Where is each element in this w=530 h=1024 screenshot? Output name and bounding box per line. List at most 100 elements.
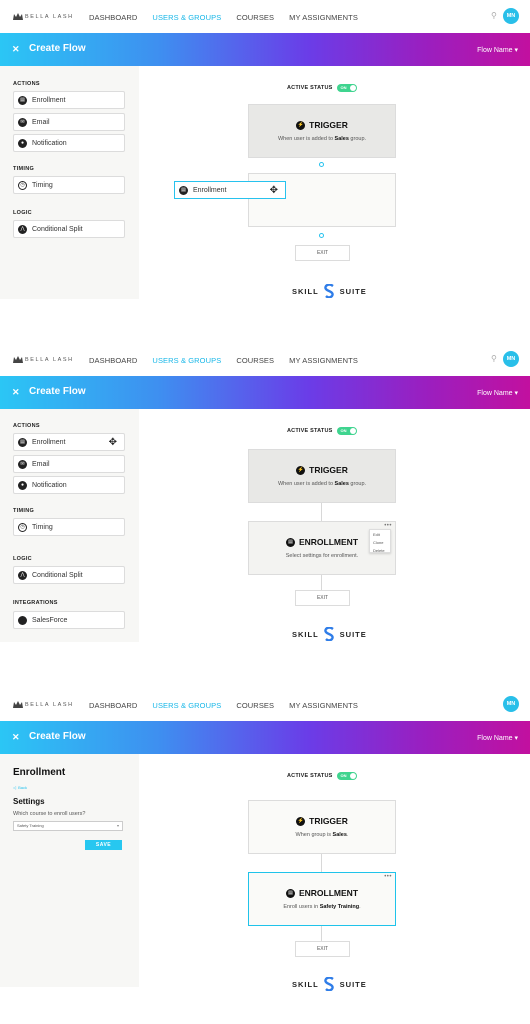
close-icon[interactable]: ✕ <box>12 44 20 55</box>
section-actions: ACTIONS <box>13 81 40 87</box>
section-actions: ACTIONS <box>13 423 40 429</box>
top-nav: BELLA LASH DASHBOARD USERS & GROUPS COUR… <box>0 343 530 376</box>
action-notification[interactable]: ● Notification <box>13 476 125 494</box>
action-salesforce[interactable]: SalesForce <box>13 611 125 629</box>
action-notification[interactable]: ● Notification <box>13 134 125 152</box>
action-timing[interactable]: ◷ Timing <box>13 518 125 536</box>
close-icon[interactable]: ✕ <box>12 732 20 743</box>
logo[interactable]: BELLA LASH <box>13 700 74 710</box>
enrollment-icon: ▤ <box>285 888 295 898</box>
avatar[interactable]: MN <box>503 8 519 24</box>
active-toggle[interactable]: ON <box>337 84 358 92</box>
flow-name-dropdown[interactable]: Flow Name ▾ <box>477 389 518 397</box>
settings-panel: Enrollment ◁ Back Settings Which course t… <box>0 754 139 987</box>
connector <box>321 503 322 521</box>
drop-point[interactable] <box>319 162 324 167</box>
active-status: ACTIVE STATUS ON <box>287 427 358 435</box>
avatar[interactable]: MN <box>503 696 519 712</box>
exit-node[interactable]: EXIT <box>295 590 350 606</box>
active-status: ACTIVE STATUS ON <box>287 772 358 780</box>
chevron-down-icon: ▾ <box>116 823 119 828</box>
drop-point[interactable] <box>319 233 324 238</box>
flow-name-dropdown[interactable]: Flow Name ▾ <box>477 734 518 742</box>
email-icon: ✉ <box>18 459 27 469</box>
section-timing: TIMING <box>13 508 35 514</box>
menu-delete[interactable]: Delete <box>370 546 390 554</box>
split-icon: ⋀ <box>18 570 27 580</box>
trigger-desc: When user is added to Sales group. <box>277 481 367 487</box>
exit-node[interactable]: EXIT <box>295 245 350 261</box>
nav-courses[interactable]: COURSES <box>236 13 274 22</box>
enrollment-desc: Enroll users in Safety Training. <box>283 904 361 910</box>
action-email[interactable]: ✉ Email <box>13 455 125 473</box>
crown-icon <box>13 356 23 363</box>
nav-dashboard[interactable]: DASHBOARD <box>89 356 137 365</box>
action-conditional-split[interactable]: ⋀ Conditional Split <box>13 220 125 238</box>
connector <box>321 854 322 872</box>
nav-my-assignments[interactable]: MY ASSIGNMENTS <box>289 356 358 365</box>
actions-panel: ACTIONS ▤ Enrollment ✉ Email ● Notificat… <box>0 66 139 299</box>
nav-courses[interactable]: COURSES <box>236 356 274 365</box>
dragging-enrollment[interactable]: ▤ Enrollment ✥ <box>174 181 286 199</box>
action-timing[interactable]: ◷ Timing <box>13 176 125 194</box>
settings-title: Enrollment <box>13 767 66 778</box>
nav-dashboard[interactable]: DASHBOARD <box>89 13 137 22</box>
email-icon: ✉ <box>18 117 27 127</box>
top-nav: BELLA LASH DASHBOARD USERS & GROUPS COUR… <box>0 688 530 721</box>
logo[interactable]: BELLA LASH <box>13 12 74 22</box>
nav-my-assignments[interactable]: MY ASSIGNMENTS <box>289 701 358 710</box>
brand-s-icon <box>323 627 334 641</box>
action-enrollment[interactable]: ▤ Enrollment <box>13 91 125 109</box>
connector <box>321 575 322 590</box>
enrollment-icon: ▤ <box>285 537 295 547</box>
nav-users-groups[interactable]: USERS & GROUPS <box>152 356 221 365</box>
page-title: Create Flow <box>29 731 86 742</box>
search-icon[interactable]: ⚲ <box>491 11 497 20</box>
action-enrollment[interactable]: ▤ Enrollment ✥ <box>13 433 125 451</box>
header-bar: ✕ Create Flow Flow Name ▾ <box>0 33 530 66</box>
page-title: Create Flow <box>29 43 86 54</box>
course-question: Which course to enroll users? <box>13 811 86 817</box>
brand-s-icon <box>323 284 334 298</box>
flow-name-dropdown[interactable]: Flow Name ▾ <box>477 46 518 54</box>
exit-node[interactable]: EXIT <box>295 941 350 957</box>
enrollment-card[interactable]: ▤ ENROLLMENT Select settings for enrollme… <box>248 521 396 575</box>
trigger-card[interactable]: ⚡ TRIGGER When user is added to Sales gro… <box>248 449 396 503</box>
crown-icon <box>13 701 23 708</box>
section-logic: LOGIC <box>13 556 32 562</box>
connector <box>321 926 322 941</box>
action-conditional-split[interactable]: ⋀ Conditional Split <box>13 566 125 584</box>
enrollment-icon: ▤ <box>18 437 27 447</box>
trigger-desc: When user is added to Sales group. <box>277 136 367 142</box>
trigger-card[interactable]: ⚡ TRIGGER When user is added to Sales gro… <box>248 104 396 158</box>
logo[interactable]: BELLA LASH <box>13 355 74 365</box>
bell-icon: ● <box>18 138 27 148</box>
active-status: ACTIVE STATUS ON <box>287 84 358 92</box>
trigger-desc: When group is Sales. <box>295 832 349 838</box>
active-toggle[interactable]: ON <box>337 427 358 435</box>
move-icon: ✥ <box>108 437 117 448</box>
nav-courses[interactable]: COURSES <box>236 701 274 710</box>
nav-dashboard[interactable]: DASHBOARD <box>89 701 137 710</box>
section-timing: TIMING <box>13 166 35 172</box>
trigger-card[interactable]: ⚡ TRIGGER When group is Sales. <box>248 800 396 854</box>
avatar[interactable]: MN <box>503 351 519 367</box>
menu-clone[interactable]: Clone <box>370 538 390 546</box>
active-toggle[interactable]: ON <box>337 772 358 780</box>
search-icon[interactable]: ⚲ <box>491 354 497 363</box>
action-email[interactable]: ✉ Email <box>13 113 125 131</box>
top-nav: BELLA LASH DASHBOARD USERS & GROUPS COUR… <box>0 0 530 33</box>
enrollment-card[interactable]: ▤ ENROLLMENT Enroll users in Safety Train… <box>248 872 396 926</box>
nav-my-assignments[interactable]: MY ASSIGNMENTS <box>289 13 358 22</box>
clock-icon: ◷ <box>18 522 27 532</box>
course-select[interactable]: Safety Training ▾ <box>13 821 123 831</box>
close-icon[interactable]: ✕ <box>12 387 20 398</box>
crown-icon <box>13 13 23 20</box>
save-button[interactable]: SAVE <box>85 840 122 850</box>
nav-users-groups[interactable]: USERS & GROUPS <box>152 13 221 22</box>
section-logic: LOGIC <box>13 210 32 216</box>
nav-users-groups[interactable]: USERS & GROUPS <box>152 701 221 710</box>
back-link[interactable]: ◁ Back <box>13 785 27 790</box>
menu-edit[interactable]: Edit <box>370 530 390 538</box>
more-menu-icon[interactable]: ••• <box>384 874 392 880</box>
